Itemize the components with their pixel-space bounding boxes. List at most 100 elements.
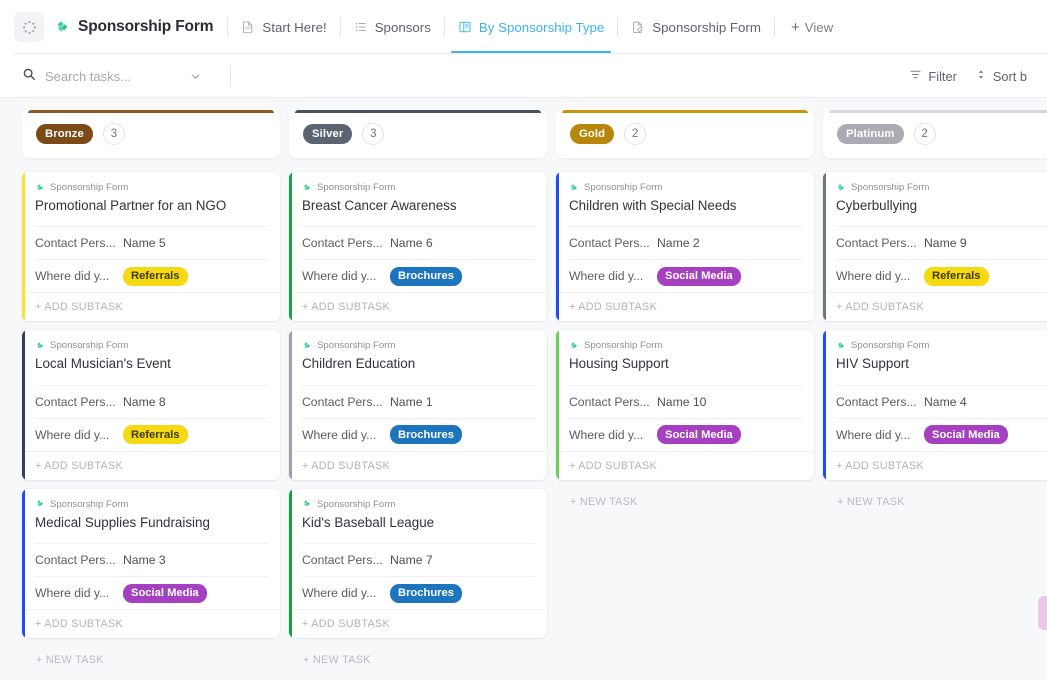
add-view-label: View <box>804 19 834 35</box>
board-scroll-area[interactable]: Bronze 3 Sponsorship Form Promotional Partn… <box>0 98 1047 680</box>
card-accent-bar <box>289 330 292 480</box>
field-contact-person[interactable]: Contact Pers... Name 8 <box>35 384 268 418</box>
app-header: Sponsorship Form Start Here! Sponsors By… <box>0 0 1047 54</box>
task-card[interactable]: Sponsorship Form Housing Support Contact P… <box>556 330 814 480</box>
task-card[interactable]: Sponsorship Form Cyberbullying Contact Per… <box>823 172 1047 322</box>
new-task-button[interactable]: + NEW TASK <box>556 489 814 508</box>
task-title: Cyberbullying <box>836 198 918 213</box>
search-box[interactable] <box>22 67 212 86</box>
add-subtask-button[interactable]: + ADD SUBTASK <box>22 450 280 480</box>
breadcrumb-label: Sponsorship Form <box>50 340 129 352</box>
add-subtask-button[interactable]: + ADD SUBTASK <box>22 292 280 321</box>
card-accent-bar <box>823 172 826 322</box>
search-input[interactable] <box>45 68 175 84</box>
field-contact-person[interactable]: Contact Pers... Name 7 <box>302 543 535 576</box>
column-header[interactable]: Silver 3 <box>289 110 547 158</box>
add-subtask-button[interactable]: + ADD SUBTASK <box>22 609 280 638</box>
clickup-form-diamond-icon <box>304 500 310 507</box>
add-subtask-button[interactable]: + ADD SUBTASK <box>289 450 547 480</box>
column-header[interactable]: Platinum 2 <box>823 110 1047 158</box>
sort-button[interactable]: Sort b <box>969 64 1033 88</box>
field-source[interactable]: Where did y... Social Media <box>569 417 802 451</box>
add-subtask-button[interactable]: + ADD SUBTASK <box>289 609 547 638</box>
status-badge[interactable]: Bronze <box>36 124 93 144</box>
clickup-form-diamond-icon <box>37 500 43 507</box>
task-count-badge: 3 <box>362 123 385 145</box>
field-source[interactable]: Where did y... Referrals <box>35 259 268 292</box>
task-card[interactable]: Sponsorship Form Promotional Partner for … <box>22 172 280 322</box>
tab-sponsors[interactable]: Sponsors <box>341 1 444 54</box>
status-badge[interactable]: Platinum <box>837 124 904 144</box>
field-label: Where did y... <box>569 269 644 284</box>
column-header[interactable]: Bronze 3 <box>22 110 280 158</box>
field-label: Contact Pers... <box>302 394 383 409</box>
task-card[interactable]: Sponsorship Form Kid's Baseball League Con… <box>289 488 547 639</box>
field-label: Contact Pers... <box>569 236 650 251</box>
add-subtask-button[interactable]: + ADD SUBTASK <box>556 450 814 480</box>
add-subtask-button[interactable]: + ADD SUBTASK <box>823 292 1047 321</box>
board-column: Platinum 2 Sponsorship Form Cyberbullying Co… <box>823 110 1047 680</box>
field-source[interactable]: Where did y... Referrals <box>836 259 1047 292</box>
task-title: Local Musician's Event <box>35 356 171 372</box>
sort-icon <box>975 68 987 84</box>
field-source[interactable]: Where did y... Social Media <box>569 259 802 292</box>
task-card[interactable]: Sponsorship Form HIV Support Contact Pers.… <box>823 330 1047 480</box>
board-toolbar: Filter Sort b <box>0 54 1047 98</box>
search-icon <box>22 67 36 86</box>
field-contact-person[interactable]: Contact Pers... Name 6 <box>302 226 535 259</box>
field-contact-person[interactable]: Contact Pers... Name 5 <box>35 226 268 259</box>
loading-spinner-glyph <box>22 20 36 34</box>
field-source[interactable]: Where did y... Brochures <box>302 417 535 451</box>
clickup-board-app: Sponsorship Form Start Here! Sponsors By… <box>0 0 1047 680</box>
board-horizontal-scrollbar[interactable] <box>1038 596 1047 630</box>
chevron-down-icon[interactable] <box>186 67 204 85</box>
field-contact-person[interactable]: Contact Pers... Name 2 <box>569 226 802 259</box>
task-title: Children with Special Needs <box>569 198 737 213</box>
tab-label: Sponsorship Form <box>652 19 761 35</box>
clickup-form-diamond-icon <box>838 342 844 349</box>
add-view-button[interactable]: + View <box>775 1 846 54</box>
field-source[interactable]: Where did y... Referrals <box>35 417 268 451</box>
status-badge[interactable]: Silver <box>303 124 353 144</box>
field-contact-person[interactable]: Contact Pers... Name 3 <box>35 543 268 576</box>
field-contact-person[interactable]: Contact Pers... Name 10 <box>569 384 802 418</box>
new-task-button[interactable]: + NEW TASK <box>22 647 280 666</box>
field-label: Where did y... <box>35 427 110 442</box>
sort-label: Sort b <box>992 68 1027 84</box>
field-source[interactable]: Where did y... Social Media <box>836 417 1047 451</box>
loading-spinner-icon[interactable] <box>14 12 44 42</box>
task-count-badge: 2 <box>913 123 936 145</box>
field-value: Name 6 <box>390 236 433 251</box>
task-card[interactable]: Sponsorship Form Children with Special Ne… <box>556 172 814 322</box>
field-source[interactable]: Where did y... Social Media <box>35 576 268 609</box>
field-source[interactable]: Where did y... Brochures <box>302 576 535 609</box>
new-task-button[interactable]: + NEW TASK <box>823 489 1047 508</box>
add-subtask-button[interactable]: + ADD SUBTASK <box>289 292 547 321</box>
breadcrumb: Sponsorship Form <box>302 340 535 351</box>
tab-by-sponsorship-type[interactable]: By Sponsorship Type <box>445 1 617 54</box>
field-contact-person[interactable]: Contact Pers... Name 1 <box>302 384 535 418</box>
add-subtask-button[interactable]: + ADD SUBTASK <box>823 450 1047 480</box>
task-card[interactable]: Sponsorship Form Children Education Contac… <box>289 330 547 480</box>
tab-start-here[interactable]: Start Here! <box>228 1 339 54</box>
field-source[interactable]: Where did y... Brochures <box>302 259 535 292</box>
column-header[interactable]: Gold 2 <box>556 110 814 158</box>
card-body: Sponsorship Form Local Musician's Event Co… <box>22 330 280 450</box>
task-card[interactable]: Sponsorship Form Local Musician's Event Co… <box>22 330 280 480</box>
breadcrumb: Sponsorship Form <box>302 182 535 193</box>
status-badge[interactable]: Gold <box>570 124 615 144</box>
task-card[interactable]: Sponsorship Form Breast Cancer Awareness C… <box>289 172 547 322</box>
filter-button[interactable]: Filter <box>903 64 962 88</box>
field-label: Contact Pers... <box>302 236 383 251</box>
task-card[interactable]: Sponsorship Form Medical Supplies Fundrai… <box>22 488 280 639</box>
list-icon <box>354 20 368 34</box>
field-label: Where did y... <box>302 427 377 442</box>
field-contact-person[interactable]: Contact Pers... Name 9 <box>836 226 1047 259</box>
plus-icon: + <box>790 18 800 36</box>
source-tag: Referrals <box>123 425 188 445</box>
tab-sponsorship-form[interactable]: Sponsorship Form <box>618 1 774 54</box>
new-task-button[interactable]: + NEW TASK <box>289 647 547 666</box>
board-column: Bronze 3 Sponsorship Form Promotional Partn… <box>22 110 280 680</box>
field-contact-person[interactable]: Contact Pers... Name 4 <box>836 384 1047 418</box>
add-subtask-button[interactable]: + ADD SUBTASK <box>556 292 814 321</box>
